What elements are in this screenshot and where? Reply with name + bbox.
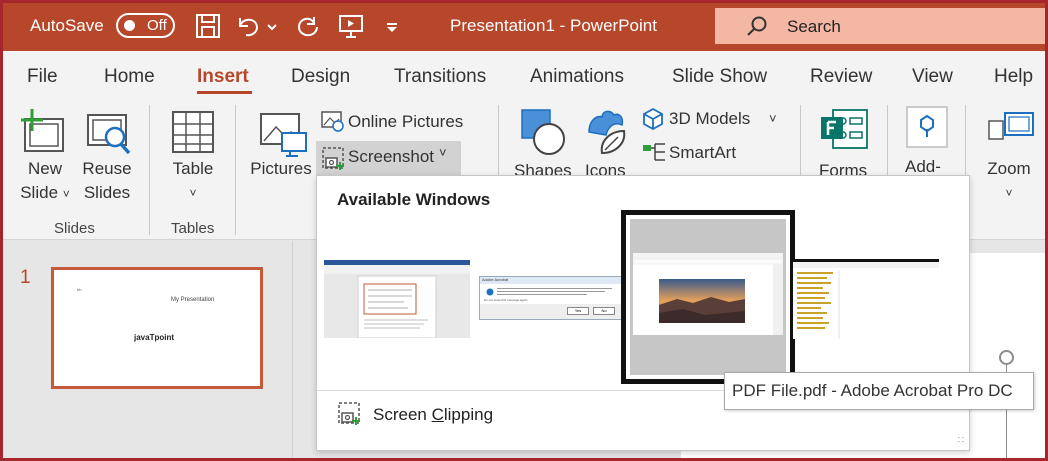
tab-review[interactable]: Review [810,66,872,88]
screen-clipping-option[interactable]: Screen Clipping [373,405,493,425]
window-thumbnail-acrobat-dialog[interactable]: Adobe Acrobat Do not show this message a… [479,276,627,320]
zoom-button[interactable]: Zoom ˅ [979,157,1039,205]
selected-window-preview [630,219,786,375]
save-icon[interactable] [194,12,222,40]
zoom-icon[interactable] [987,109,1035,149]
tab-transitions[interactable]: Transitions [394,66,486,88]
redo-icon[interactable] [294,12,322,40]
smartart-icon[interactable] [641,141,667,163]
forms-icon[interactable] [819,107,869,151]
table-label: Table [172,159,214,178]
resize-grip-icon[interactable]: ∷ [958,435,964,446]
table-icon[interactable] [170,109,216,155]
smartart-button[interactable]: SmartArt [669,141,736,165]
table-button[interactable]: Table ˅ [165,157,221,205]
slide-number: 1 [20,267,31,288]
zoom-chevron-icon: ˅ [1005,186,1013,200]
tab-slide-show[interactable]: Slide Show [672,66,767,88]
thumb-small-text: hh [77,287,82,292]
new-slide-button[interactable]: New Slide ˅ [16,157,74,206]
shapes-icon[interactable] [519,107,569,157]
online-pictures-icon[interactable] [320,110,344,132]
zoom-label: Zoom [987,159,1031,178]
window-tooltip: PDF File.pdf - Adobe Acrobat Pro DC [724,372,1034,410]
thumb-title: My Presentation [171,297,215,303]
table-chevron-icon: ˅ [189,186,197,200]
start-slideshow-icon[interactable] [337,12,365,40]
available-windows-heading: Available Windows [337,190,491,209]
tab-insert[interactable]: Insert [197,66,249,88]
tab-view[interactable]: View [912,66,953,88]
ribbon-tabs: File Home Insert Design Transitions Anim… [3,51,1045,95]
search-label: Search [787,17,841,36]
new-slide-label-line1: New [27,159,62,178]
3d-models-icon[interactable] [641,107,665,131]
undo-dropdown-chevron-icon[interactable] [265,12,279,40]
document-title: Presentation1 - PowerPoint [450,16,657,35]
thumb-logo: javaTpoint [134,333,175,342]
screenshot-icon [322,147,344,170]
group-slides-label: Slides [54,220,95,237]
window-thumbnail-word[interactable] [324,260,470,338]
window-thumbnail-acrobat-pdf[interactable] [621,210,795,384]
screen-clipping-suffix: lipping [443,405,494,424]
window-thumbnail-explorer[interactable] [793,259,939,339]
online-pictures-button[interactable]: Online Pictures [348,110,463,134]
3d-models-chevron-icon[interactable]: ˅ [769,107,777,131]
search-icon [747,16,767,36]
autosave-toggle[interactable]: Off [116,13,175,38]
dialog-yes-button: Yes [567,307,589,315]
dialog-checkbox-text: Do not show this message again [484,298,528,302]
tab-animations[interactable]: Animations [530,66,624,88]
icons-icon[interactable] [584,107,630,157]
new-slide-icon[interactable] [18,109,68,159]
autosave-state: Off [147,17,167,34]
screen-clipping-prefix: Screen [373,405,432,424]
reuse-slides-label-line2: Slides [83,183,131,202]
dialog-no-button: No [593,307,615,315]
ribbon-separator [235,105,236,235]
screenshot-label: Screenshot [348,147,434,166]
screenshot-chevron-icon: ˅ [439,145,447,160]
undo-icon[interactable] [234,12,262,40]
search-box[interactable]: Search [715,8,1045,44]
ribbon-separator [149,105,150,235]
reuse-slides-button[interactable]: Reuse Slides [78,157,136,205]
screen-clipping-icon [338,402,360,425]
powerpoint-window: AutoSave Off Presentation1 - PowerPoint … [0,0,1048,461]
title-bar: AutoSave Off Presentation1 - PowerPoint … [3,3,1045,51]
new-slide-label-line2: Slide [20,183,59,202]
pictures-button[interactable]: Pictures [248,157,314,181]
autosave-label: AutoSave [30,16,104,35]
dialog-title-bar: Adobe Acrobat [480,277,626,284]
tab-home[interactable]: Home [104,66,155,88]
add-ins-icon[interactable] [905,105,949,149]
group-tables-label: Tables [171,220,215,237]
tab-help[interactable]: Help [994,66,1033,88]
dialog-info-icon [486,288,494,296]
3d-models-button[interactable]: 3D Models [669,107,750,131]
tab-design[interactable]: Design [291,66,350,88]
active-tab-indicator [197,91,252,94]
slide-thumbnail[interactable]: hh My Presentation javaTpoint [51,267,263,389]
slide-thumbnails-panel: 1 hh My Presentation javaTpoint [3,241,293,458]
rotation-handle[interactable] [999,350,1014,365]
reuse-slides-label-line1: Reuse [82,159,132,178]
pdf-window-image [633,253,783,335]
customize-toolbar-icon[interactable] [383,12,401,40]
new-slide-chevron-icon: ˅ [62,187,70,201]
reuse-slides-icon[interactable] [85,111,133,157]
pictures-icon[interactable] [258,111,308,157]
tab-file[interactable]: File [27,66,58,88]
screenshot-button[interactable]: Screenshot ˅ [316,141,461,175]
pictures-label: Pictures [250,159,312,178]
screen-clipping-accelerator: C [431,405,444,424]
toggle-knob [124,20,135,31]
